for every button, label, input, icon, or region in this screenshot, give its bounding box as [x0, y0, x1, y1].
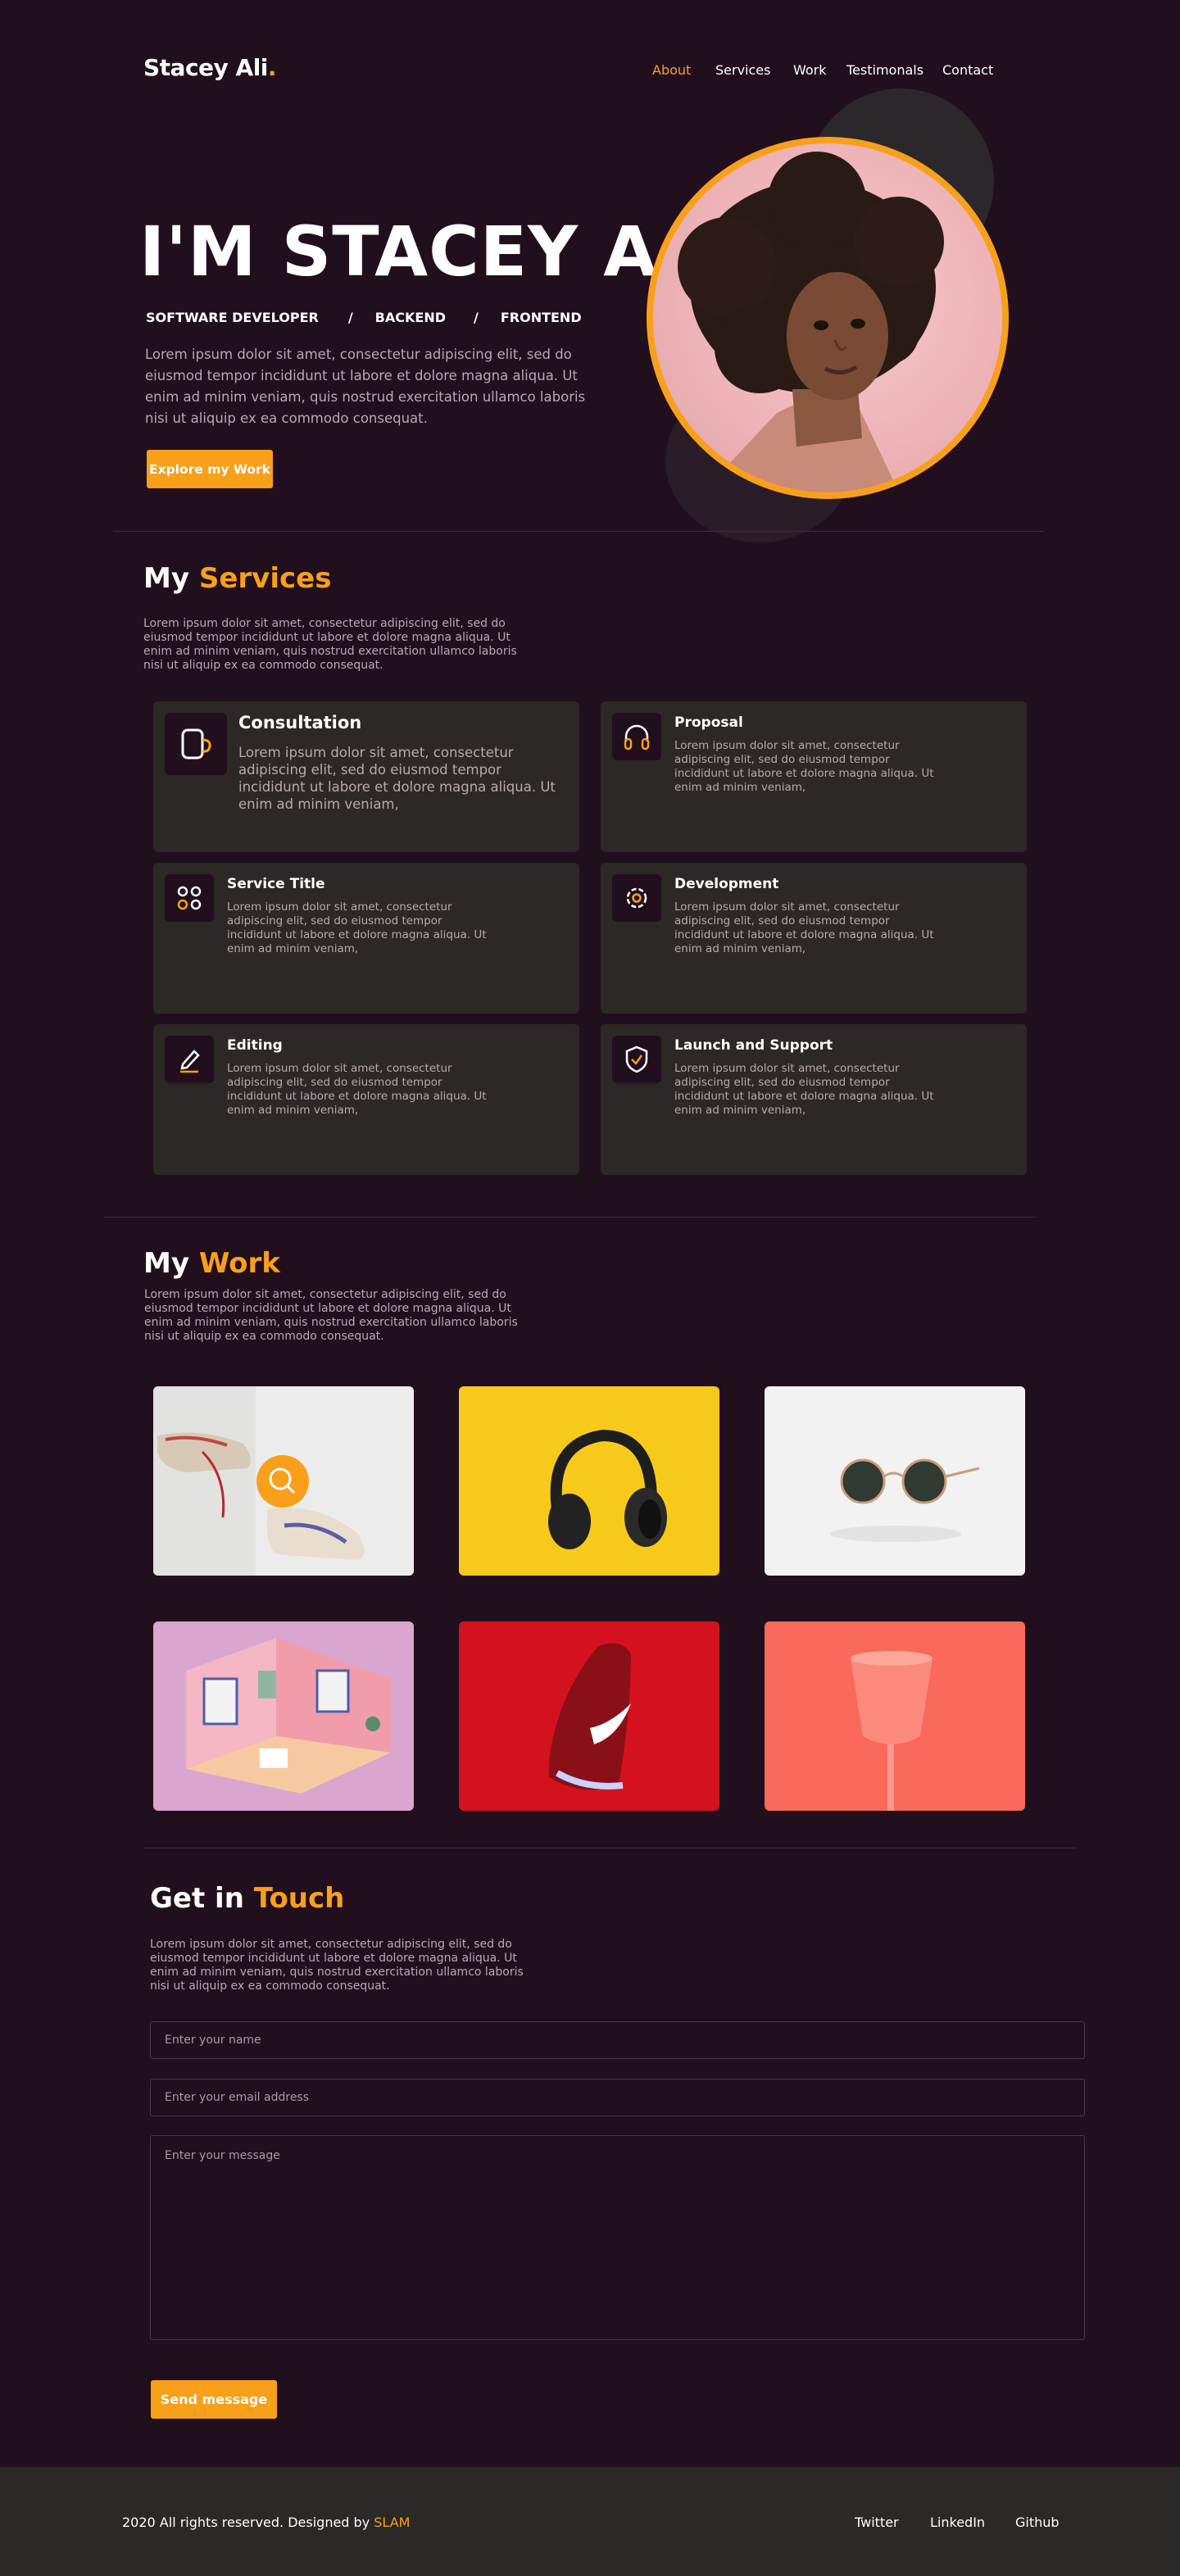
service-title: Editing [227, 1037, 283, 1054]
work-description: Lorem ipsum dolor sit amet, consectetur … [144, 1288, 518, 1343]
service-title: Development [674, 876, 779, 892]
profile-photo [647, 137, 1009, 499]
headphones-image [548, 1429, 667, 1549]
hero-title: I'M STACEY A. [139, 211, 686, 292]
nav-about[interactable]: About [652, 62, 691, 78]
mug-icon [165, 713, 227, 775]
role-backend: BACKEND [374, 310, 446, 325]
email-input[interactable]: Enter your email address [150, 2079, 1085, 2116]
service-card-proposal[interactable]: Proposal Lorem ipsum dolor sit amet, con… [601, 701, 1027, 852]
logo-dot: . [267, 54, 277, 81]
pencil-icon [165, 1036, 214, 1083]
role-frontend: FRONTEND [500, 310, 582, 325]
sunglasses-image [830, 1458, 980, 1542]
red-sneaker-image [549, 1643, 631, 1790]
service-card-service-title[interactable]: Service Title Lorem ipsum dolor sit amet… [153, 863, 579, 1014]
nav-work[interactable]: Work [793, 62, 827, 78]
designer-link[interactable]: SLAM [374, 2515, 410, 2530]
work-title-accent: Work [198, 1247, 280, 1280]
role-separator: / [474, 310, 479, 325]
pink-glass-image [851, 1651, 933, 1811]
services-title-prefix: My [143, 562, 189, 595]
footer-link-linkedin[interactable]: LinkedIn [930, 2515, 985, 2530]
footer-link-twitter[interactable]: Twitter [855, 2515, 899, 2530]
role-software-developer: SOFTWARE DEVELOPER [146, 310, 319, 325]
service-card-editing[interactable]: Editing Lorem ipsum dolor sit amet, cons… [153, 1024, 579, 1175]
send-message-button[interactable]: Send message [151, 2380, 277, 2419]
hero-roles: SOFTWARE DEVELOPER / BACKEND / FRONTEND [146, 310, 582, 325]
service-title: Consultation [238, 713, 362, 732]
hero-description: Lorem ipsum dolor sit amet, consectetur … [145, 347, 586, 426]
nav-testimonials[interactable]: Testimonals [846, 62, 924, 78]
footer-link-github[interactable]: Github [1015, 2515, 1060, 2530]
nav-contact[interactable]: Contact [942, 62, 993, 78]
service-card-development[interactable]: Development Lorem ipsum dolor sit amet, … [601, 863, 1027, 1014]
service-description: Lorem ipsum dolor sit amet, consectetur … [227, 900, 487, 955]
gear-icon [612, 874, 661, 922]
service-description: Lorem ipsum dolor sit amet, consectetur … [674, 1062, 934, 1117]
section-divider [113, 531, 1044, 532]
service-description: Lorem ipsum dolor sit amet, consectetur … [674, 900, 934, 955]
services-description: Lorem ipsum dolor sit amet, consectetur … [143, 617, 517, 672]
nav-services[interactable]: Services [715, 62, 770, 78]
service-title: Proposal [674, 714, 743, 731]
site-logo[interactable]: Stacey Ali. [143, 54, 277, 81]
explore-work-button[interactable]: Explore my Work [147, 450, 273, 488]
work-title: My Work [143, 1247, 280, 1280]
zoom-overlay[interactable] [256, 1455, 309, 1508]
services-title-accent: Services [198, 562, 332, 595]
work-item-sneakers[interactable] [153, 1386, 414, 1576]
services-title: My Services [143, 562, 331, 595]
isometric-room-image [186, 1638, 391, 1794]
work-item-room[interactable] [153, 1621, 414, 1811]
role-separator: / [347, 310, 353, 325]
message-textarea[interactable]: Enter your message [150, 2135, 1085, 2340]
name-input[interactable]: Enter your name [150, 2021, 1085, 2059]
footer-copyright: 2020 All rights reserved. Designed by SL… [122, 2515, 410, 2530]
logo-text: Stacey Ali [143, 54, 268, 81]
work-item-sunglasses[interactable] [765, 1386, 1025, 1576]
work-item-red-sneaker[interactable] [459, 1621, 719, 1811]
contact-description: Lorem ipsum dolor sit amet, consectetur … [150, 1938, 524, 1993]
service-card-launch-support[interactable]: Launch and Support Lorem ipsum dolor sit… [601, 1024, 1027, 1175]
contact-title-accent: Touch [253, 1882, 345, 1915]
service-description: Lorem ipsum dolor sit amet, consectetur … [238, 745, 556, 812]
portrait-illustration [678, 152, 944, 492]
section-divider [104, 1217, 1037, 1218]
work-item-pink-glass[interactable] [765, 1621, 1025, 1811]
copyright-text: 2020 All rights reserved. Designed by [122, 2515, 370, 2530]
contact-title: Get in Touch [150, 1882, 344, 1915]
service-description: Lorem ipsum dolor sit amet, consectetur … [227, 1062, 487, 1117]
service-card-consultation[interactable]: Consultation Lorem ipsum dolor sit amet,… [153, 701, 579, 852]
service-title: Service Title [227, 876, 325, 892]
shield-check-icon [612, 1036, 661, 1083]
service-description: Lorem ipsum dolor sit amet, consectetur … [674, 739, 934, 794]
sneakers-image [153, 1386, 414, 1576]
grid-dots-icon [165, 874, 214, 922]
work-item-headphones[interactable] [459, 1386, 719, 1576]
headphones-icon [612, 713, 661, 760]
work-title-prefix: My [143, 1247, 189, 1280]
contact-title-prefix: Get in [150, 1882, 244, 1915]
service-title: Launch and Support [674, 1037, 833, 1054]
